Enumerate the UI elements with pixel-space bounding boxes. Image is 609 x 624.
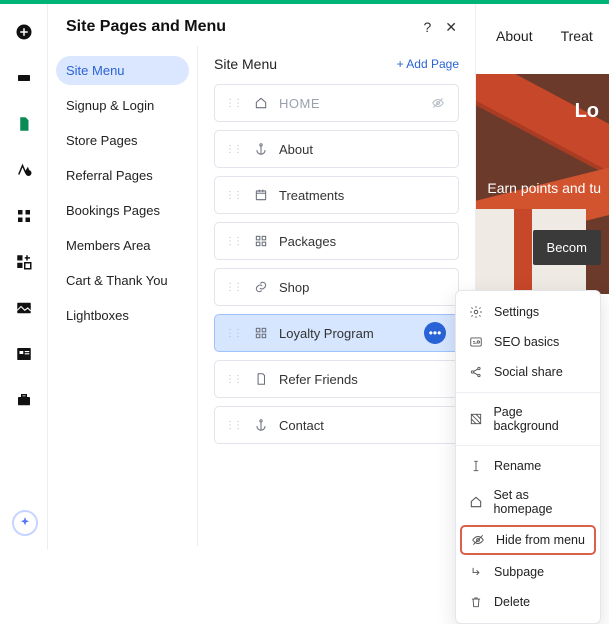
preview-nav-treat[interactable]: Treat xyxy=(561,28,593,44)
page-row-home[interactable]: ⋮⋮ HOME xyxy=(214,84,459,122)
help-icon[interactable]: ? xyxy=(423,19,431,36)
anchor-icon xyxy=(253,141,269,157)
site-pages-panel: Site Pages and Menu ? ✕ Site Menu Signup … xyxy=(48,4,476,550)
left-rail xyxy=(0,4,48,550)
page-more-button[interactable]: ••• xyxy=(424,322,446,344)
menu-item-label: Social share xyxy=(494,365,563,379)
apps-icon[interactable] xyxy=(14,206,34,226)
menu-item-delete[interactable]: Delete xyxy=(456,587,600,617)
side-item-signup-login[interactable]: Signup & Login xyxy=(56,91,189,120)
drag-handle-icon[interactable]: ⋮⋮ xyxy=(225,328,241,339)
trash-icon xyxy=(468,594,484,610)
link-icon xyxy=(253,279,269,295)
hero-title: Lo xyxy=(575,100,599,123)
drag-handle-icon[interactable]: ⋮⋮ xyxy=(225,420,241,431)
pages-icon[interactable] xyxy=(14,114,34,134)
pages-content: Site Menu Add Page ⋮⋮ HOME ⋮⋮ About ⋮⋮ Treatm… xyxy=(198,46,475,546)
page-row-loyalty-program[interactable]: ⋮⋮ Loyalty Program ••• xyxy=(214,314,459,352)
menu-separator xyxy=(456,445,600,446)
section-icon[interactable] xyxy=(14,68,34,88)
menu-item-label: Set as homepage xyxy=(493,488,588,516)
drag-handle-icon[interactable]: ⋮⋮ xyxy=(225,374,241,385)
side-item-bookings-pages[interactable]: Bookings Pages xyxy=(56,196,189,225)
side-item-referral-pages[interactable]: Referral Pages xyxy=(56,161,189,190)
design-icon[interactable] xyxy=(14,160,34,180)
drag-handle-icon[interactable]: ⋮⋮ xyxy=(225,98,241,109)
panel-title: Site Pages and Menu xyxy=(66,18,226,36)
page-row-label: About xyxy=(279,142,446,157)
menu-item-label: Settings xyxy=(494,305,539,319)
page-row-about[interactable]: ⋮⋮ About xyxy=(214,130,459,168)
hero-subtitle: Earn points and tu xyxy=(487,180,601,196)
menu-item-social-share[interactable]: Social share xyxy=(456,357,600,387)
share-icon xyxy=(468,364,484,380)
page-list: ⋮⋮ HOME ⋮⋮ About ⋮⋮ Treatments ⋮⋮ Packages ⋮⋮ Sho… xyxy=(214,84,459,444)
menu-item-label: Hide from menu xyxy=(496,533,585,547)
seo-icon xyxy=(468,334,484,350)
anchor-icon xyxy=(253,417,269,433)
menu-item-settings[interactable]: Settings xyxy=(456,297,600,327)
gear-icon xyxy=(468,304,484,320)
add-icon[interactable] xyxy=(14,22,34,42)
menu-item-label: Rename xyxy=(494,459,541,473)
menu-item-subpage[interactable]: Subpage xyxy=(456,557,600,587)
add-page-button[interactable]: Add Page xyxy=(397,57,459,71)
drag-handle-icon[interactable]: ⋮⋮ xyxy=(225,236,241,247)
drag-handle-icon[interactable]: ⋮⋮ xyxy=(225,282,241,293)
close-icon[interactable]: ✕ xyxy=(445,19,457,36)
drag-handle-icon[interactable]: ⋮⋮ xyxy=(225,144,241,155)
menu-separator xyxy=(456,392,600,393)
menu-item-set-as-homepage[interactable]: Set as homepage xyxy=(456,481,600,523)
page-row-label: Refer Friends xyxy=(279,372,446,387)
side-item-lightboxes[interactable]: Lightboxes xyxy=(56,301,189,330)
hide-icon xyxy=(470,532,486,548)
page-row-contact[interactable]: ⋮⋮ Contact xyxy=(214,406,459,444)
packages-icon xyxy=(253,325,269,341)
drag-handle-icon[interactable]: ⋮⋮ xyxy=(225,190,241,201)
page-row-packages[interactable]: ⋮⋮ Packages xyxy=(214,222,459,260)
side-item-site-menu[interactable]: Site Menu xyxy=(56,56,189,85)
page-row-refer-friends[interactable]: ⋮⋮ Refer Friends xyxy=(214,360,459,398)
side-category-list: Site Menu Signup & Login Store Pages Referr… xyxy=(48,46,198,546)
bg-icon xyxy=(468,411,483,427)
sub-icon xyxy=(468,564,484,580)
calendar-icon xyxy=(253,187,269,203)
hidden-eye-icon xyxy=(430,95,446,111)
preview-nav-about[interactable]: About xyxy=(496,28,533,44)
page-row-label: HOME xyxy=(279,96,420,111)
home-icon xyxy=(253,95,269,111)
page-row-label: Treatments xyxy=(279,188,446,203)
page-row-label: Contact xyxy=(279,418,446,433)
side-item-members-area[interactable]: Members Area xyxy=(56,231,189,260)
home-icon xyxy=(468,494,483,510)
panel-header: Site Pages and Menu ? ✕ xyxy=(48,4,475,46)
side-item-store-pages[interactable]: Store Pages xyxy=(56,126,189,155)
menu-item-seo-basics[interactable]: SEO basics xyxy=(456,327,600,357)
menu-item-label: Delete xyxy=(494,595,530,609)
page-row-label: Shop xyxy=(279,280,446,295)
side-item-cart-thank-you[interactable]: Cart & Thank You xyxy=(56,266,189,295)
content-title: Site Menu xyxy=(214,56,277,72)
menu-item-label: Subpage xyxy=(494,565,544,579)
page-row-label: Loyalty Program xyxy=(279,326,414,341)
rename-icon xyxy=(468,458,484,474)
page-context-menu: Settings SEO basics Social share Page backg… xyxy=(455,290,601,624)
app-market-icon[interactable] xyxy=(14,252,34,272)
content-icon[interactable] xyxy=(14,344,34,364)
menu-item-page-background[interactable]: Page background xyxy=(456,398,600,440)
menu-item-hide-from-menu[interactable]: Hide from menu xyxy=(460,525,596,555)
page-row-label: Packages xyxy=(279,234,446,249)
media-icon[interactable] xyxy=(14,298,34,318)
hero-cta-button[interactable]: Becom xyxy=(533,230,601,265)
page-icon xyxy=(253,371,269,387)
menu-item-rename[interactable]: Rename xyxy=(456,451,600,481)
page-row-treatments[interactable]: ⋮⋮ Treatments xyxy=(214,176,459,214)
page-row-shop[interactable]: ⋮⋮ Shop xyxy=(214,268,459,306)
packages-icon xyxy=(253,233,269,249)
business-icon[interactable] xyxy=(14,390,34,410)
menu-item-label: SEO basics xyxy=(494,335,559,349)
menu-item-label: Page background xyxy=(493,405,588,433)
preview-hero: Lo Earn points and tu Becom xyxy=(476,74,609,294)
ai-assistant-icon[interactable] xyxy=(12,510,38,536)
